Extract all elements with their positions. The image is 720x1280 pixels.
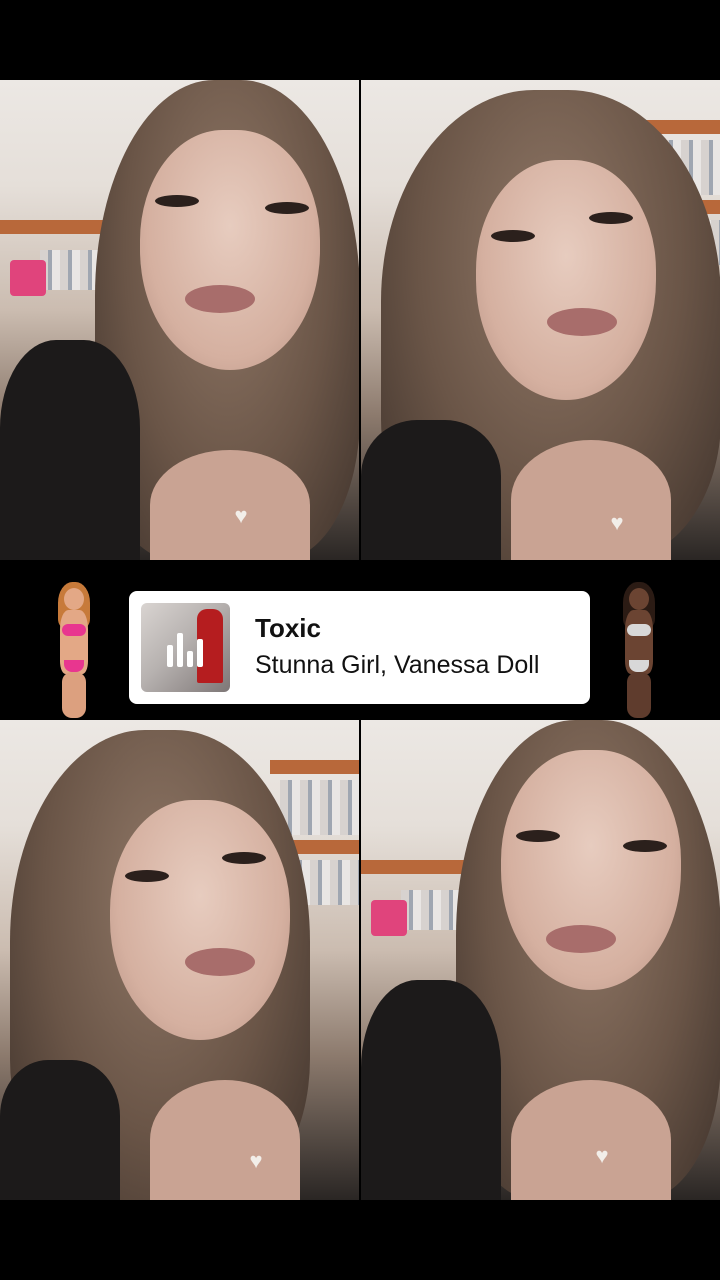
song-title: Toxic — [255, 613, 321, 643]
screen: { "music_card": { "title": "Toxic", "art… — [0, 0, 720, 1280]
song-artist: Stunna Girl, Vanessa Doll — [255, 651, 540, 679]
album-art — [141, 603, 230, 692]
video-tile-top-left[interactable]: ♥ — [0, 80, 359, 560]
sticker-left — [40, 580, 110, 720]
music-bars-icon — [167, 629, 205, 667]
pink-box — [371, 900, 407, 936]
pink-box — [10, 260, 46, 296]
video-tile-top-right[interactable]: ♥ — [361, 80, 720, 560]
video-tile-bottom-left[interactable]: ♥ — [0, 720, 359, 1200]
sticker-right — [605, 580, 675, 720]
video-tile-bottom-right[interactable]: ♥ — [361, 720, 720, 1200]
music-card[interactable]: Toxic Stunna Girl, Vanessa Doll — [129, 591, 590, 704]
music-strip: Toxic Stunna Girl, Vanessa Doll — [0, 560, 720, 720]
